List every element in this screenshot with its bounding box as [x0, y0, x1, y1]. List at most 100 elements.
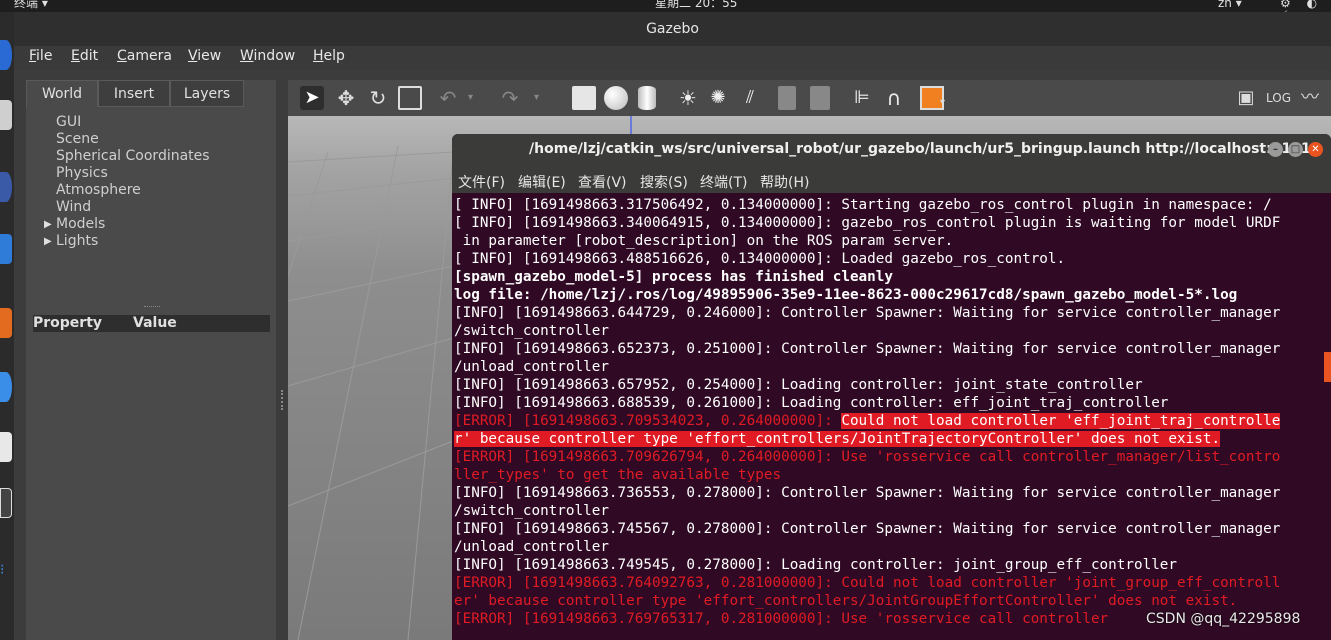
menu-camera[interactable]: Camera	[117, 48, 172, 64]
tree-item-physics[interactable]: Physics	[56, 165, 108, 182]
menu-edit[interactable]: Edit	[71, 48, 98, 64]
panel-splitter[interactable]	[276, 80, 286, 640]
panel-resize-grip[interactable]	[144, 306, 160, 309]
terminal-line: [INFO] [1691498663.736553, 0.278000]: Co…	[454, 485, 1281, 501]
tree-item-atmosphere[interactable]: Atmosphere	[56, 182, 141, 199]
spot-light-icon[interactable]: ✺	[706, 86, 730, 110]
music-icon[interactable]	[0, 172, 12, 202]
system-tray[interactable]: ⚙ ◐ ⚡	[1280, 0, 1331, 12]
redo-history-icon[interactable]: ▾	[534, 86, 548, 110]
undo-icon[interactable]: ↶	[436, 86, 460, 110]
terminal-selection-highlight: Could not load controller 'eff_joint_tra…	[841, 413, 1281, 429]
terminal-menu-terminal[interactable]: 终端(T)	[700, 172, 747, 192]
input-method-indicator[interactable]: zh ▾	[1218, 0, 1242, 9]
terminal-line: [ERROR] [1691498663.764092763, 0.2810000…	[454, 575, 1281, 591]
expand-arrow-icon[interactable]: ▶	[44, 233, 52, 250]
select-mode-icon[interactable]: ➤	[300, 86, 324, 110]
terminal-menu-help[interactable]: 帮助(H)	[760, 172, 809, 192]
tree-item-scene[interactable]: Scene	[56, 131, 99, 148]
terminal-line: [ INFO] [1691498663.317506492, 0.1340000…	[454, 197, 1272, 213]
terminal-line: [ERROR] [1691498663.709534023, 0.2640000…	[454, 412, 1281, 430]
terminal-line: in parameter [robot_description] on the …	[454, 233, 954, 249]
tree-item-lights[interactable]: ▶ Lights	[44, 233, 98, 250]
gazebo-title-bar: Gazebo	[14, 12, 1331, 46]
world-panel: World Insert Layers GUI Scene Spherical …	[26, 80, 276, 640]
terminal-line: r' because controller type 'effort_contr…	[454, 430, 1221, 448]
minimize-icon[interactable]: –	[1268, 142, 1283, 157]
menu-help[interactable]: Help	[313, 48, 345, 64]
snap-icon[interactable]: ∩	[882, 86, 906, 110]
gazebo-window-title: Gazebo	[646, 21, 699, 37]
tree-item-spherical-coordinates[interactable]: Spherical Coordinates	[56, 148, 210, 165]
terminal-menu-search[interactable]: 搜索(S)	[640, 172, 688, 192]
terminal-line: [INFO] [1691498663.745567, 0.278000]: Co…	[454, 521, 1281, 537]
gazebo-menu-bar: File Edit Camera View Window Help	[14, 46, 1331, 70]
terminal-menu-bar: 文件(F) 编辑(E) 查看(V) 搜索(S) 终端(T) 帮助(H)	[452, 165, 1331, 193]
plot-icon[interactable]: 〰	[1298, 86, 1322, 110]
browser-icon[interactable]	[0, 40, 12, 70]
terminal-line: [INFO] [1691498663.688539, 0.261000]: Lo…	[454, 395, 1169, 411]
terminal-line: er' because controller type 'effort_cont…	[454, 593, 1238, 609]
tab-insert[interactable]: Insert	[98, 80, 170, 107]
camera-screenshot-icon[interactable]: ▣	[1234, 86, 1258, 110]
directional-light-icon[interactable]: ⫽	[738, 86, 762, 110]
app-menu[interactable]: 终端 ▾	[14, 0, 48, 9]
terminal-line: [ERROR] [1691498663.709626794, 0.2640000…	[454, 449, 1281, 465]
apps-grid-icon[interactable]: ⁝	[0, 562, 12, 592]
splitter-handle-icon[interactable]	[281, 390, 285, 410]
terminal-scrollbar[interactable]	[1324, 352, 1331, 382]
property-table-header: Property Value	[33, 315, 270, 332]
menu-view[interactable]: View	[188, 48, 221, 64]
value-column-header: Value	[133, 315, 177, 331]
redo-icon[interactable]: ↷	[498, 86, 522, 110]
translate-mode-icon[interactable]: ✥	[334, 86, 358, 110]
terminal-line: /switch_controller	[454, 503, 609, 519]
undo-history-icon[interactable]: ▾	[468, 86, 482, 110]
terminal-line: [ERROR] [1691498663.769765317, 0.2810000…	[454, 611, 1109, 627]
terminal-title: /home/lzj/catkin_ws/src/universal_robot/…	[529, 141, 1321, 157]
writer-icon[interactable]	[0, 234, 12, 264]
tab-world[interactable]: World	[26, 80, 98, 107]
maximize-icon[interactable]: □	[1288, 142, 1303, 157]
terminal-line: [ INFO] [1691498663.488516626, 0.1340000…	[454, 251, 1066, 267]
terminal-line: /switch_controller	[454, 323, 609, 339]
sphere-shape-icon[interactable]	[604, 86, 628, 110]
terminal-line-text: [ERROR] [1691498663.709534023, 0.2640000…	[454, 413, 842, 429]
point-light-icon[interactable]: ☀	[676, 86, 700, 110]
cylinder-shape-icon[interactable]	[638, 86, 656, 110]
tree-item-gui[interactable]: GUI	[56, 114, 81, 131]
property-column-header: Property	[33, 315, 103, 331]
log-icon[interactable]: LOG	[1266, 86, 1291, 110]
terminal-output[interactable]: [ INFO] [1691498663.317506492, 0.1340000…	[452, 193, 1331, 640]
terminal-line: [INFO] [1691498663.657952, 0.254000]: Lo…	[454, 377, 1143, 393]
tab-layers[interactable]: Layers	[170, 80, 244, 107]
terminal-line: ller_types' to get the available types	[454, 467, 782, 483]
paste-icon[interactable]	[810, 86, 830, 110]
view-angle-dropdown-icon[interactable]: ▾	[940, 86, 952, 110]
align-icon[interactable]: ⊫	[850, 86, 874, 110]
files-icon[interactable]	[0, 100, 12, 130]
terminal-menu-file[interactable]: 文件(F)	[458, 172, 505, 192]
close-icon[interactable]: ✕	[1308, 142, 1323, 157]
impress-icon[interactable]	[0, 308, 12, 338]
tree-item-models[interactable]: ▶ Models	[44, 216, 105, 233]
box-shape-icon[interactable]	[572, 86, 596, 110]
help-icon[interactable]	[0, 372, 12, 402]
menu-window[interactable]: Window	[240, 48, 295, 64]
copy-icon[interactable]	[778, 86, 796, 110]
terminal-menu-view[interactable]: 查看(V)	[578, 172, 627, 192]
watermark: CSDN @qq_42295898	[1146, 611, 1301, 627]
menu-file[interactable]: File	[29, 48, 52, 64]
software-icon[interactable]	[0, 432, 12, 462]
rotate-mode-icon[interactable]: ↻	[366, 86, 390, 110]
expand-arrow-icon[interactable]: ▶	[44, 216, 52, 233]
scale-mode-icon[interactable]	[398, 86, 422, 110]
terminal-selection-highlight: r' because controller type 'effort_contr…	[454, 431, 1221, 447]
terminal-icon[interactable]	[0, 488, 12, 518]
terminal-window: /home/lzj/catkin_ws/src/universal_robot/…	[452, 134, 1331, 640]
gazebo-toolbar: ➤ ✥ ↻ ↶ ▾ ↷ ▾ ☀ ✺ ⫽ ⊫ ∩ ▾ ▣ LOG 〰	[288, 80, 1331, 116]
tree-item-wind[interactable]: Wind	[56, 199, 91, 216]
system-top-bar: 终端 ▾ 星期二 20：55 zh ▾ ⚙ ◐ ⚡	[0, 0, 1331, 12]
clock[interactable]: 星期二 20：55	[655, 0, 737, 9]
terminal-menu-edit[interactable]: 编辑(E)	[518, 172, 566, 192]
